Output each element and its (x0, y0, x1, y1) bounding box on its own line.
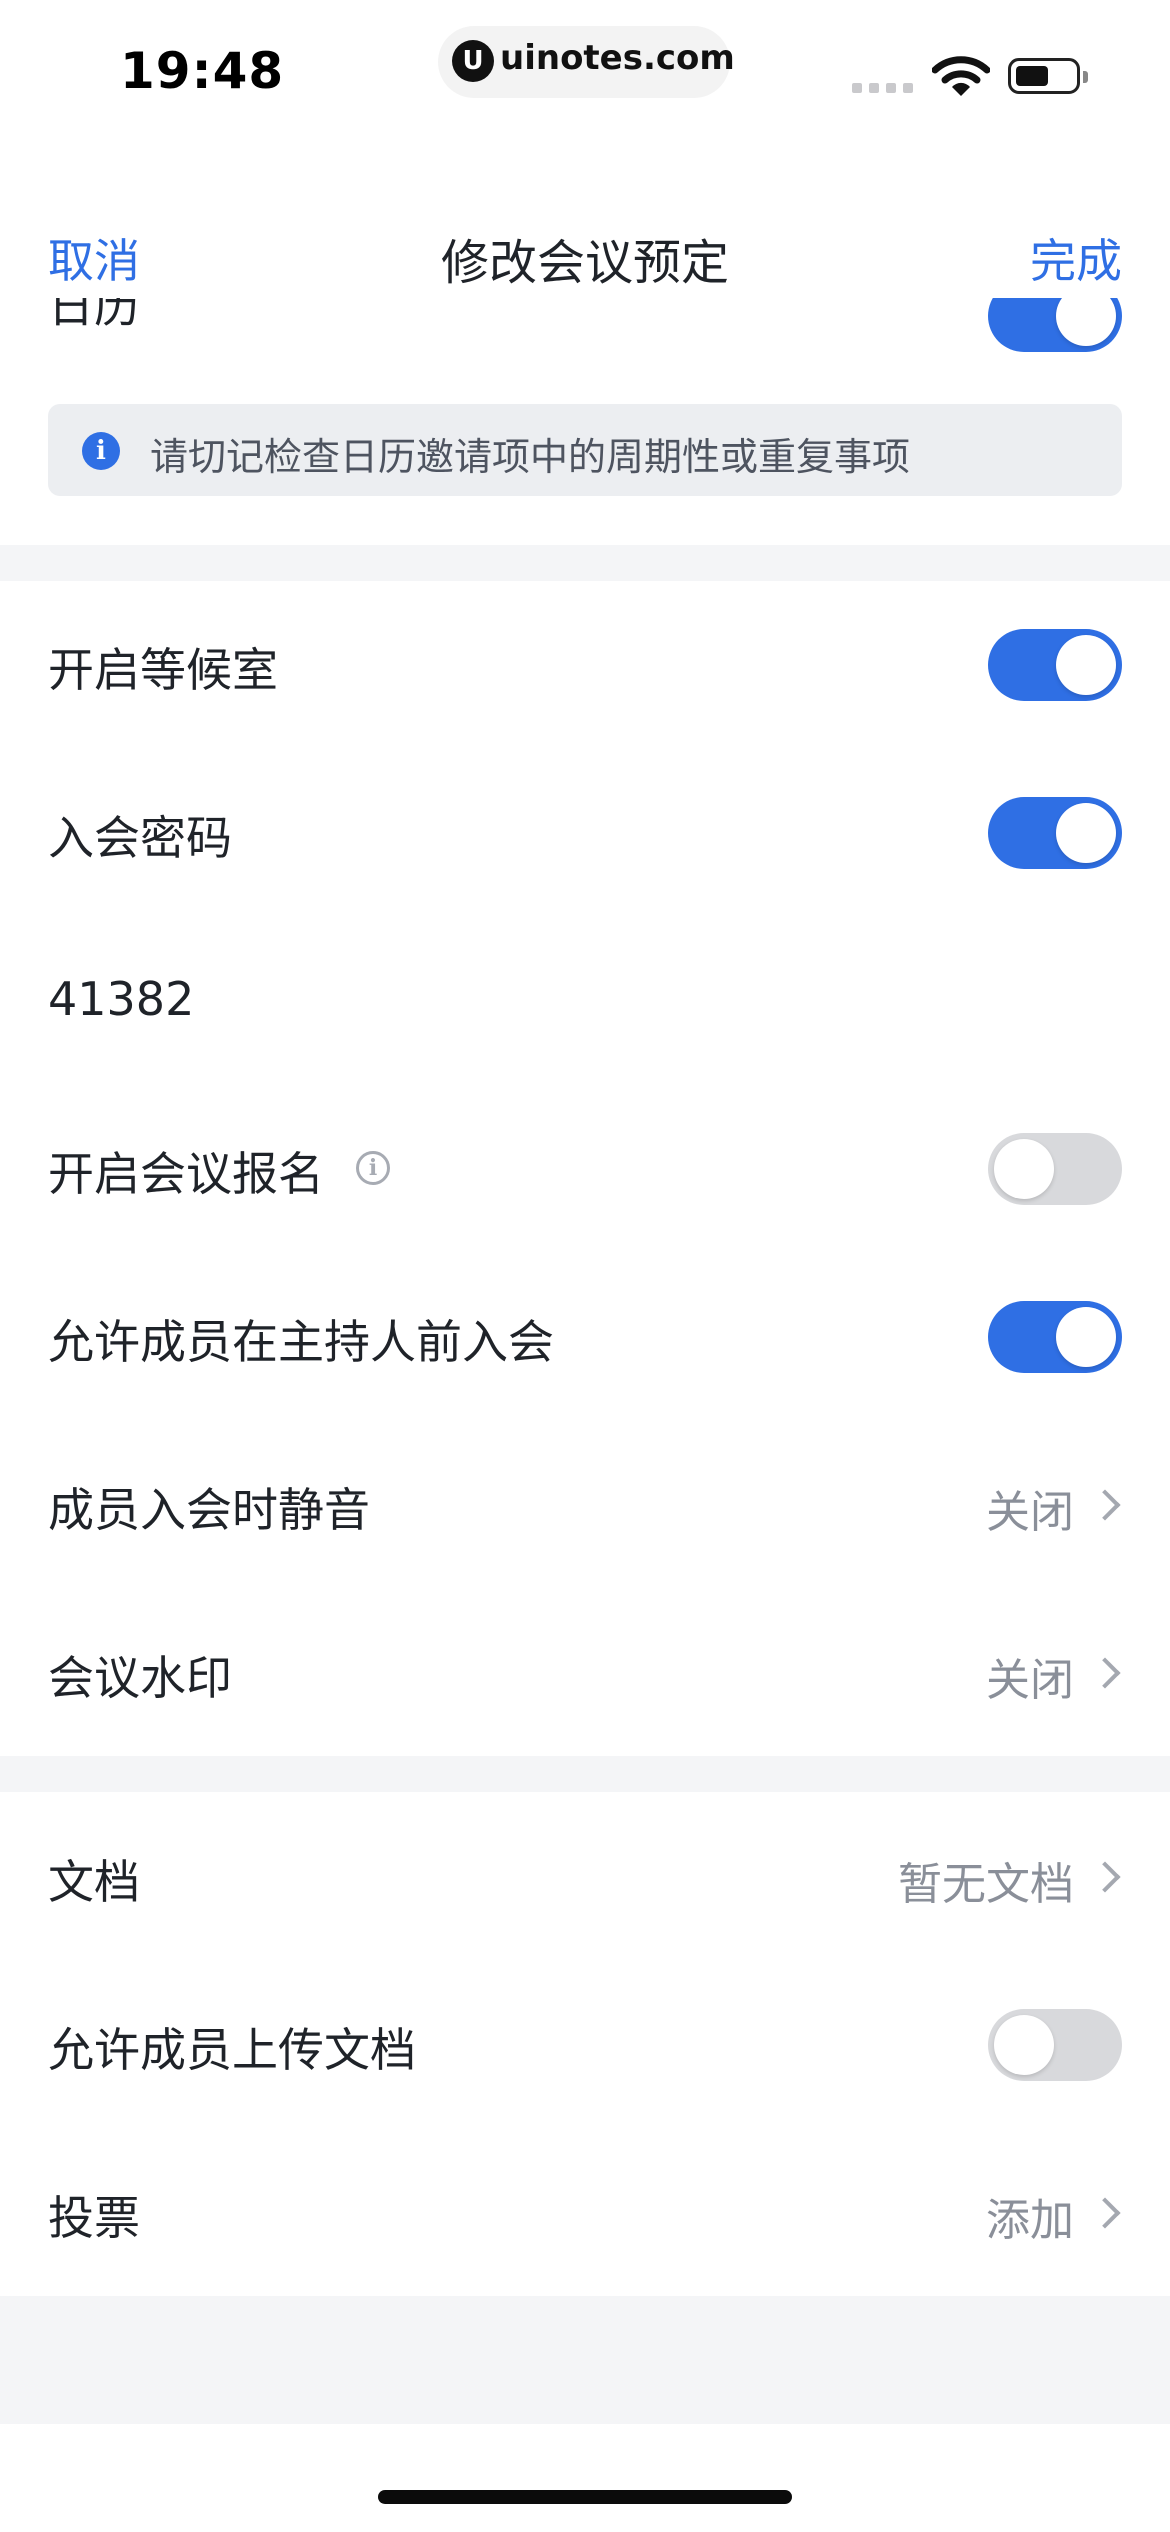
calendar-label: 日历 (48, 298, 140, 333)
url-text[interactable]: uinotes.com (500, 38, 735, 78)
password-toggle[interactable] (988, 797, 1122, 869)
password-value[interactable]: 41382 (48, 972, 194, 1026)
watermark-label[interactable]: 会议水印 (48, 1642, 232, 1708)
documents-value[interactable]: 暂无文档 (898, 1848, 1074, 1912)
home-indicator[interactable] (378, 2490, 792, 2504)
vote-label[interactable]: 投票 (48, 2182, 140, 2248)
wifi-icon (931, 56, 991, 102)
join-before-host-toggle[interactable] (988, 1301, 1122, 1373)
join-before-host-label: 允许成员在主持人前入会 (48, 1315, 554, 1369)
calendar-toggle-clip (988, 298, 1122, 360)
section-separator (0, 545, 1170, 581)
vote-value[interactable]: 添加 (986, 2184, 1074, 2248)
info-icon: i (82, 432, 120, 470)
registration-label: 开启会议报名 (48, 1147, 324, 1201)
cancel-button[interactable]: 取消 (48, 225, 140, 291)
waiting-room-toggle[interactable] (988, 629, 1122, 701)
site-logo-icon: U (452, 40, 494, 82)
chevron-right-icon (1089, 1489, 1121, 1521)
registration-toggle[interactable] (988, 1133, 1122, 1205)
calendar-toggle[interactable] (988, 298, 1122, 352)
documents-label[interactable]: 文档 (48, 1846, 140, 1912)
allow-upload-label: 允许成员上传文档 (48, 2023, 416, 2077)
notice-text: 请切记检查日历邀请项中的周期性或重复事项 (150, 435, 911, 479)
mute-on-join-label[interactable]: 成员入会时静音 (48, 1474, 370, 1540)
chevron-right-icon (1089, 2197, 1121, 2229)
battery-icon (1008, 58, 1088, 94)
page-title: 修改会议预定 (440, 235, 729, 291)
cellular-signal-icon (852, 83, 914, 93)
allow-upload-toggle[interactable] (988, 2009, 1122, 2081)
status-time: 19:48 (120, 42, 285, 100)
password-label: 入会密码 (48, 811, 232, 865)
calendar-row-label-clip: 日历 (48, 298, 248, 344)
waiting-room-label: 开启等候室 (48, 643, 278, 697)
chevron-right-icon (1089, 1657, 1121, 1689)
registration-info-icon[interactable]: i (356, 1151, 390, 1185)
watermark-value[interactable]: 关闭 (986, 1644, 1074, 1708)
done-button[interactable]: 完成 (1030, 225, 1122, 291)
bottom-spacer (0, 2296, 1170, 2424)
chevron-right-icon (1089, 1861, 1121, 1893)
mute-on-join-value[interactable]: 关闭 (986, 1476, 1074, 1540)
section-separator (0, 1756, 1170, 1792)
